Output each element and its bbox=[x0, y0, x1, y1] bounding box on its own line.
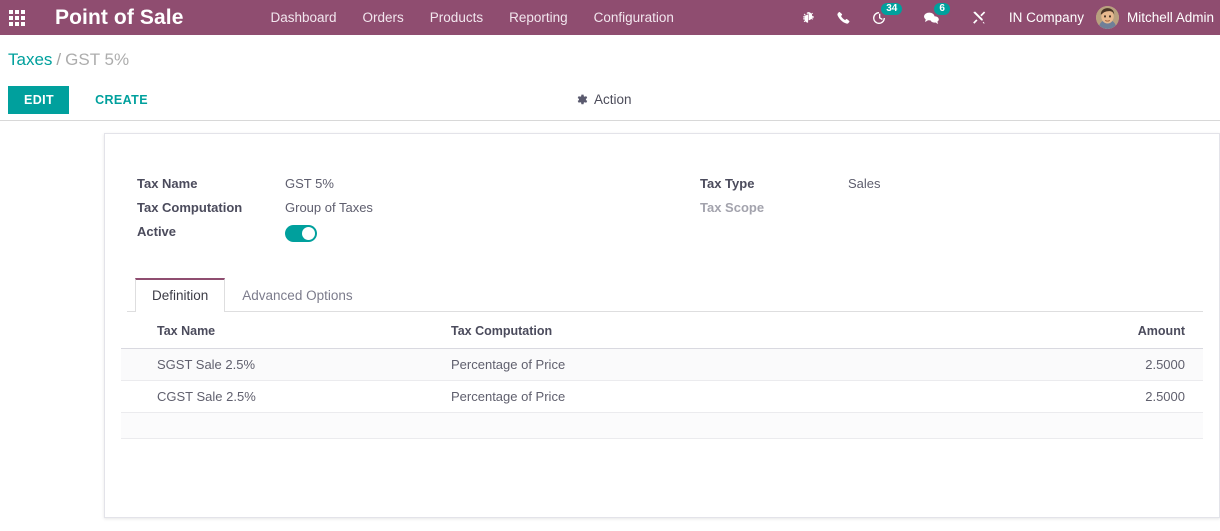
tab-advanced-options[interactable]: Advanced Options bbox=[225, 278, 369, 312]
user-menu[interactable]: Mitchell Admin bbox=[1095, 6, 1218, 29]
breadcrumb: Taxes / GST 5% bbox=[0, 35, 1220, 71]
field-label-active: Active bbox=[137, 224, 177, 239]
avatar bbox=[1095, 6, 1119, 29]
user-name-label: Mitchell Admin bbox=[1126, 10, 1214, 25]
messages-chat-icon[interactable]: 6 bbox=[913, 0, 961, 35]
field-tax-type: Tax Type Sales bbox=[700, 172, 1187, 196]
field-value-tax-type[interactable]: Sales bbox=[848, 172, 881, 196]
bug-icon[interactable] bbox=[791, 0, 826, 35]
table-row[interactable]: CGST Sale 2.5% Percentage of Price 2.500… bbox=[121, 380, 1203, 413]
control-panel-actions: EDIT CREATE Action bbox=[0, 86, 1220, 114]
form-sheet: Tax Name GST 5% Tax Computation Group of… bbox=[104, 133, 1220, 518]
table-header-row: Tax Name Tax Computation Amount bbox=[121, 312, 1203, 349]
notebook: Definition Advanced Options bbox=[105, 278, 1219, 312]
column-header-tax-computation[interactable]: Tax Computation bbox=[451, 312, 1023, 349]
action-menu-label: Action bbox=[594, 92, 632, 107]
nav-item-dashboard[interactable]: Dashboard bbox=[257, 0, 349, 35]
field-label-tax-type: Tax Type bbox=[700, 176, 755, 191]
definition-tab-content: Tax Name Tax Computation Amount SGST Sal… bbox=[105, 312, 1219, 439]
activity-clock-icon[interactable]: 34 bbox=[861, 0, 913, 35]
field-value-tax-computation[interactable]: Group of Taxes bbox=[285, 196, 373, 220]
tab-definition[interactable]: Definition bbox=[135, 278, 226, 312]
top-navbar: Point of Sale Dashboard Orders Products … bbox=[0, 0, 1220, 35]
breadcrumb-current: GST 5% bbox=[65, 50, 130, 69]
tools-icon[interactable] bbox=[961, 0, 997, 35]
field-tax-computation: Tax Computation Group of Taxes bbox=[137, 196, 662, 220]
column-header-tax-name[interactable]: Tax Name bbox=[121, 312, 451, 349]
control-panel: Taxes / GST 5% EDIT CREATE Action bbox=[0, 35, 1220, 121]
phone-icon[interactable] bbox=[826, 0, 861, 35]
systray: 34 6 IN Company Mitchell Admin bbox=[791, 0, 1220, 35]
cell-empty bbox=[451, 412, 1023, 439]
tax-lines-table-head: Tax Name Tax Computation Amount bbox=[121, 312, 1203, 349]
active-toggle-knob bbox=[302, 227, 315, 240]
cell-tax-name: SGST Sale 2.5% bbox=[121, 348, 451, 381]
form-group-right: Tax Type Sales Tax Scope bbox=[662, 172, 1187, 244]
breadcrumb-root-link[interactable]: Taxes bbox=[8, 50, 52, 69]
notebook-tabs: Definition Advanced Options bbox=[127, 278, 1203, 312]
nav-item-reporting[interactable]: Reporting bbox=[496, 0, 581, 35]
tax-lines-table-body: SGST Sale 2.5% Percentage of Price 2.500… bbox=[121, 348, 1203, 439]
column-header-amount[interactable]: Amount bbox=[1023, 312, 1203, 349]
form-group-left: Tax Name GST 5% Tax Computation Group of… bbox=[137, 172, 662, 244]
cell-empty bbox=[1023, 412, 1203, 439]
cell-amount: 2.5000 bbox=[1023, 380, 1203, 413]
table-row[interactable]: SGST Sale 2.5% Percentage of Price 2.500… bbox=[121, 348, 1203, 381]
nav-item-configuration[interactable]: Configuration bbox=[581, 0, 687, 35]
app-brand-title[interactable]: Point of Sale bbox=[55, 6, 183, 30]
cell-tax-computation: Percentage of Price bbox=[451, 380, 1023, 413]
gear-icon bbox=[577, 94, 588, 105]
form-field-groups: Tax Name GST 5% Tax Computation Group of… bbox=[105, 172, 1219, 244]
field-tax-scope: Tax Scope bbox=[700, 196, 1187, 220]
action-menu-button[interactable]: Action bbox=[567, 86, 640, 113]
field-label-tax-name: Tax Name bbox=[137, 176, 198, 191]
main-nav-menu: Dashboard Orders Products Reporting Conf… bbox=[257, 0, 686, 35]
tax-lines-table: Tax Name Tax Computation Amount SGST Sal… bbox=[121, 312, 1203, 439]
cell-tax-name: CGST Sale 2.5% bbox=[121, 380, 451, 413]
table-empty-row bbox=[121, 412, 1203, 439]
apps-menu-button[interactable] bbox=[0, 0, 34, 35]
field-tax-name: Tax Name GST 5% bbox=[137, 172, 662, 196]
company-switcher[interactable]: IN Company bbox=[997, 10, 1096, 25]
edit-button[interactable]: EDIT bbox=[8, 86, 70, 114]
create-button[interactable]: CREATE bbox=[83, 86, 160, 114]
breadcrumb-separator: / bbox=[56, 50, 62, 69]
field-label-tax-computation: Tax Computation bbox=[137, 200, 243, 215]
cell-tax-computation: Percentage of Price bbox=[451, 348, 1023, 381]
apps-grid-icon bbox=[9, 9, 25, 26]
nav-item-products[interactable]: Products bbox=[417, 0, 496, 35]
field-active: Active bbox=[137, 220, 662, 244]
cell-amount: 2.5000 bbox=[1023, 348, 1203, 381]
field-value-tax-name[interactable]: GST 5% bbox=[285, 172, 334, 196]
form-sheet-background: Tax Name GST 5% Tax Computation Group of… bbox=[0, 121, 1220, 531]
nav-item-orders[interactable]: Orders bbox=[350, 0, 417, 35]
field-label-tax-scope: Tax Scope bbox=[700, 200, 765, 215]
cell-empty bbox=[121, 412, 451, 439]
activity-count-badge: 34 bbox=[881, 2, 903, 16]
active-toggle[interactable] bbox=[285, 225, 317, 242]
messages-count-badge: 6 bbox=[934, 2, 950, 16]
